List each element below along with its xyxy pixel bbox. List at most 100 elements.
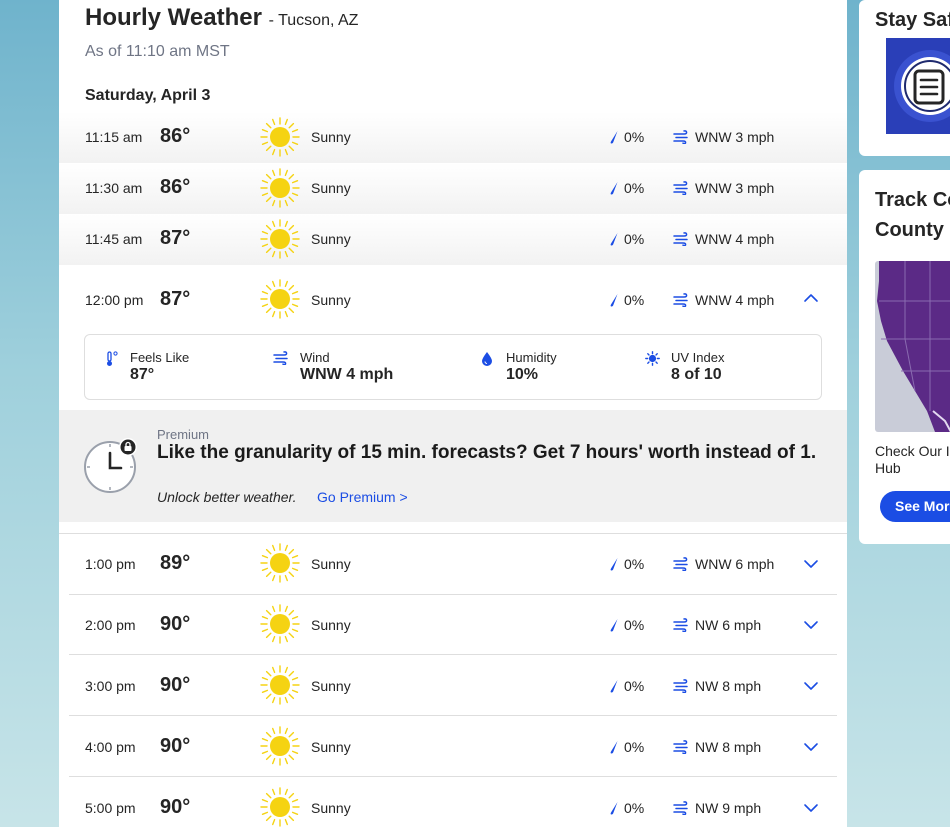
hour-wind: WNW 3 mph xyxy=(695,129,775,145)
page-title-text: Hourly Weather xyxy=(85,4,262,31)
premium-upsell-banner: Premium Like the granularity of 15 min. … xyxy=(59,410,847,522)
sun-icon xyxy=(259,664,301,706)
hour-row[interactable]: 2:00 pm 90° Sunny 0% NW 6 mph xyxy=(59,594,847,655)
hour-temp: 86° xyxy=(160,125,191,147)
humidity-label: Humidity xyxy=(506,350,557,365)
check-hub-text: Check Our I Hub xyxy=(875,443,950,477)
hour-condition: Sunny xyxy=(311,129,351,145)
wind-icon xyxy=(673,293,689,307)
hour-wind: WNW 6 mph xyxy=(695,556,775,572)
premium-headline: Like the granularity of 15 min. forecast… xyxy=(157,442,817,463)
humidity-value: 10% xyxy=(506,366,539,383)
hour-temp: 90° xyxy=(160,613,191,635)
hour-row[interactable]: 1:00 pm 89° Sunny 0% WNW 6 mph xyxy=(59,533,847,595)
wind-value: WNW 4 mph xyxy=(300,366,394,383)
uv-icon xyxy=(645,351,660,366)
map-icon[interactable] xyxy=(875,261,950,432)
page-title: Hourly Weather - Tucson, AZ xyxy=(85,4,358,32)
hour-wind: NW 8 mph xyxy=(695,739,762,755)
document-icon xyxy=(886,38,950,134)
sun-icon xyxy=(259,116,301,158)
wind-icon xyxy=(673,130,689,144)
uv-label: UV Index xyxy=(671,350,725,365)
hour-precip: 0% xyxy=(624,678,645,694)
wind-icon xyxy=(673,181,689,195)
rain-drop-icon xyxy=(608,679,620,693)
chevron-down-icon[interactable] xyxy=(803,742,819,752)
hour-row[interactable]: 3:00 pm 90° Sunny 0% NW 8 mph xyxy=(59,655,847,716)
wind-icon xyxy=(673,801,689,815)
hour-precip: 0% xyxy=(624,739,645,755)
hour-time: 11:15 am xyxy=(85,129,143,145)
hour-wind: NW 6 mph xyxy=(695,617,762,633)
check-hub-text-line1: Check Our I xyxy=(875,443,950,459)
rain-drop-icon xyxy=(608,130,620,144)
hour-wind: WNW 3 mph xyxy=(695,180,775,196)
day-heading: Saturday, April 3 xyxy=(85,87,211,104)
stay-safe-card[interactable]: Stay Saf xyxy=(859,0,950,156)
hour-precip: 0% xyxy=(624,800,645,816)
hour-precip: 0% xyxy=(624,292,645,308)
hour-row[interactable]: 11:45 am 87° Sunny 0% WNW 4 mph xyxy=(59,214,847,265)
hour-condition: Sunny xyxy=(311,739,351,755)
hour-row-expanded[interactable]: 12:00 pm 87° Sunny 0% WNW 4 mph xyxy=(59,265,847,335)
hour-wind: NW 8 mph xyxy=(695,678,762,694)
hour-condition: Sunny xyxy=(311,292,351,308)
hour-condition: Sunny xyxy=(311,556,351,572)
wind-icon xyxy=(673,740,689,754)
humidity-drop-icon xyxy=(482,352,492,366)
hour-condition: Sunny xyxy=(311,800,351,816)
sun-icon xyxy=(259,167,301,209)
chevron-down-icon[interactable] xyxy=(803,559,819,569)
rain-drop-icon xyxy=(608,181,620,195)
clock-lock-icon xyxy=(84,438,137,493)
check-hub-text-line2: Hub xyxy=(875,460,901,476)
sun-icon xyxy=(259,542,301,584)
hour-time: 3:00 pm xyxy=(85,678,136,694)
thermometer-icon xyxy=(107,351,118,366)
wind-icon xyxy=(673,618,689,632)
wind-label: Wind xyxy=(300,350,330,365)
hour-row[interactable]: 11:30 am 86° Sunny 0% WNW 3 mph xyxy=(59,163,847,214)
feels-like-label: Feels Like xyxy=(130,350,190,365)
hour-wind: WNW 4 mph xyxy=(695,292,775,308)
chevron-down-icon[interactable] xyxy=(803,803,819,813)
go-premium-link[interactable]: Go Premium > xyxy=(317,489,408,505)
hourly-forecast-card: Hourly Weather - Tucson, AZ As of 11:10 … xyxy=(59,0,847,827)
rain-drop-icon xyxy=(608,801,620,815)
sun-icon xyxy=(259,278,301,320)
hour-time: 5:00 pm xyxy=(85,800,136,816)
track-county-title-line2: County xyxy=(875,219,944,241)
premium-label: Premium xyxy=(157,427,210,442)
feels-like-value: 87° xyxy=(130,366,155,383)
hour-details-panel: Feels Like 87° Wind WNW 4 mph Humidity 1… xyxy=(84,334,822,400)
chevron-up-icon[interactable] xyxy=(803,293,819,303)
hour-row[interactable]: 5:00 pm 90° Sunny 0% NW 9 mph xyxy=(59,777,847,827)
rain-drop-icon xyxy=(608,557,620,571)
premium-subtext: Unlock better weather. xyxy=(157,489,297,505)
hour-condition: Sunny xyxy=(311,231,351,247)
track-county-card[interactable]: Track Co County Check Our I Hub See More xyxy=(859,170,950,544)
chevron-down-icon[interactable] xyxy=(803,681,819,691)
hour-temp: 89° xyxy=(160,552,191,574)
hour-precip: 0% xyxy=(624,180,645,196)
hour-condition: Sunny xyxy=(311,678,351,694)
rain-drop-icon xyxy=(608,618,620,632)
uv-value: 8 of 10 xyxy=(671,366,722,383)
as-of-timestamp: As of 11:10 am MST xyxy=(85,43,230,60)
sun-icon xyxy=(259,786,301,827)
wind-icon xyxy=(673,232,689,246)
chevron-down-icon[interactable] xyxy=(803,620,819,630)
hour-precip: 0% xyxy=(624,556,645,572)
hour-wind: NW 9 mph xyxy=(695,800,762,816)
see-more-button[interactable]: See More xyxy=(880,491,950,522)
hour-precip: 0% xyxy=(624,129,645,145)
hour-time: 1:00 pm xyxy=(85,556,136,572)
hour-row[interactable]: 11:15 am 86° Sunny 0% WNW 3 mph xyxy=(59,112,847,163)
hour-temp: 90° xyxy=(160,735,191,757)
hour-precip: 0% xyxy=(624,231,645,247)
hour-temp: 90° xyxy=(160,796,191,818)
hour-time: 11:45 am xyxy=(85,231,143,247)
hour-time: 12:00 pm xyxy=(85,292,144,308)
hour-row[interactable]: 4:00 pm 90° Sunny 0% NW 8 mph xyxy=(59,716,847,777)
